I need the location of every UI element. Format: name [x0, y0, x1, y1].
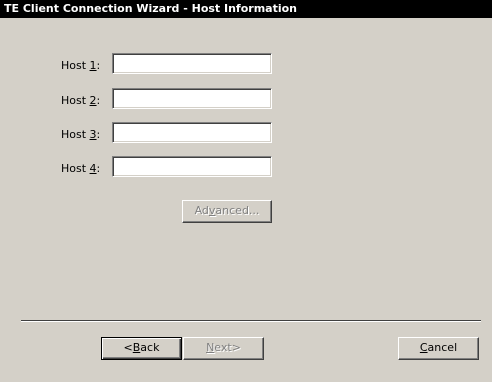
- cancel-button[interactable]: Cancel: [398, 337, 479, 360]
- host-3-label: Host 3:: [61, 128, 101, 141]
- host-4-input[interactable]: [112, 156, 272, 177]
- window-title: TE Client Connection Wizard - Host Infor…: [4, 2, 298, 15]
- advanced-button[interactable]: Advanced...: [182, 200, 272, 223]
- next-button[interactable]: Next>: [183, 337, 264, 360]
- host-4-label: Host 4:: [61, 162, 101, 175]
- footer-separator: [21, 320, 481, 322]
- title-bar[interactable]: TE Client Connection Wizard - Host Infor…: [0, 0, 492, 18]
- host-3-input[interactable]: [112, 122, 272, 143]
- host-2-label: Host 2:: [61, 94, 101, 107]
- host-1-label: Host 1:: [61, 59, 101, 72]
- host-1-input[interactable]: [112, 53, 272, 74]
- host-2-input[interactable]: [112, 88, 272, 109]
- wizard-window: TE Client Connection Wizard - Host Infor…: [0, 0, 492, 382]
- back-button[interactable]: <Back: [101, 337, 182, 360]
